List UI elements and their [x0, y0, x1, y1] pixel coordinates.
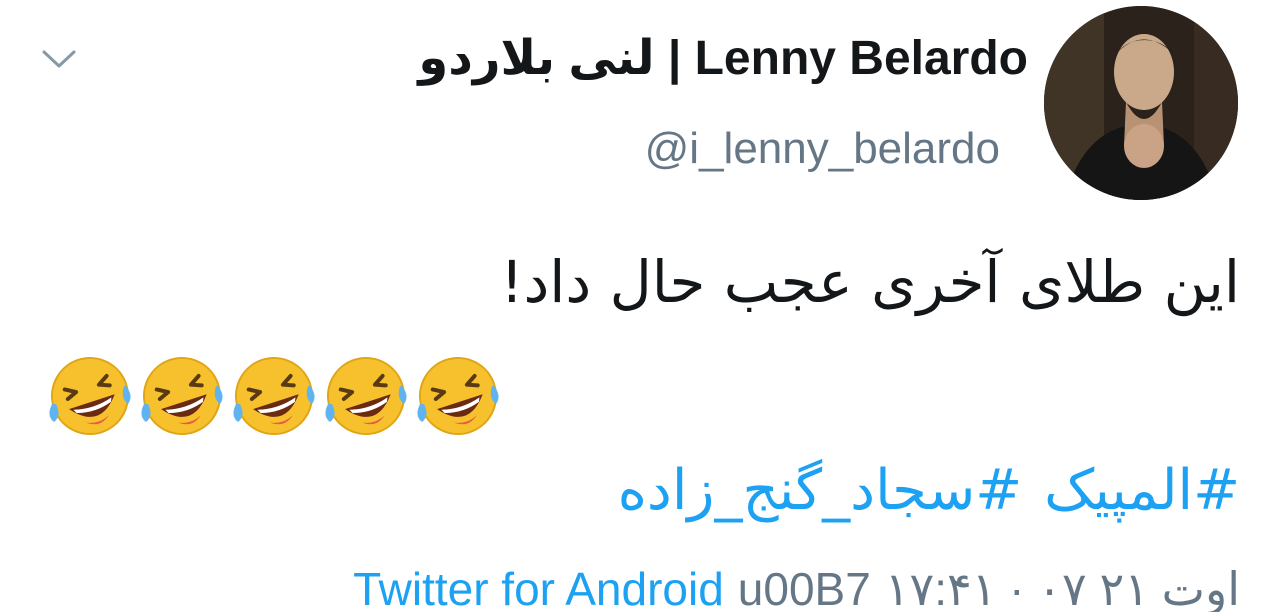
emoji-row [46, 352, 502, 442]
tweet-source[interactable]: Twitter for Android [353, 562, 724, 612]
hashtag-sajjad-ganjzadeh[interactable]: #سجاد_گنج_زاده [618, 458, 1023, 523]
rolling-laughing-emoji-icon [414, 352, 502, 440]
avatar[interactable] [1044, 6, 1238, 200]
rolling-laughing-emoji-icon [138, 352, 226, 440]
tweet-card: لنی بلاردو | Lenny Belardo @i_lenny_bela… [0, 0, 1280, 612]
rolling-laughing-emoji-icon [230, 352, 318, 440]
user-handle[interactable]: @i_lenny_belardo [645, 124, 1000, 174]
display-name[interactable]: لنی بلاردو | Lenny Belardo [418, 30, 1028, 86]
hashtag-olympic[interactable]: #المپیک [1044, 458, 1240, 523]
tweet-meta: Twitter for Android u00B7 ۱۷:۴۱ · ۰۷ اوت… [353, 562, 1240, 612]
rolling-laughing-emoji-icon [322, 352, 410, 440]
meta-separator: u00B7 [737, 563, 871, 612]
rolling-laughing-emoji-icon [46, 352, 134, 440]
tweet-text: این طلای آخری عجب حال داد! [500, 248, 1240, 316]
chevron-down-icon[interactable] [38, 42, 80, 74]
hashtag-list: #المپیک #سجاد_گنج_زاده [618, 458, 1240, 523]
tweet-timestamp[interactable]: ۱۷:۴۱ · ۰۷ اوت ۲۱ [885, 562, 1240, 612]
